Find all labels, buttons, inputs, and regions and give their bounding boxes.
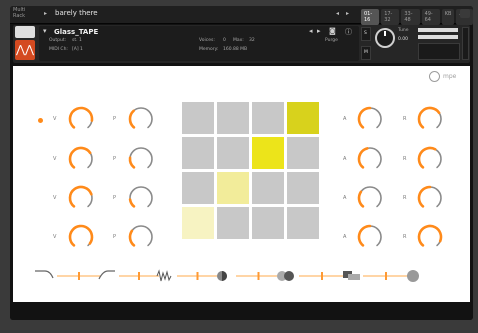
rack-bar: Multi Rack ▸ barely there ◂ ▸ 01-16 17-3… <box>10 6 473 25</box>
rack-label: Rack <box>13 13 26 19</box>
voices-label: Voices: <box>199 38 215 43</box>
tab-kb[interactable]: KB <box>441 9 455 25</box>
library-logo[interactable]: ⋀⋀ <box>15 40 35 60</box>
fx-send-handle-3[interactable] <box>196 272 199 280</box>
next-arrow-icon[interactable]: ▸ <box>346 10 349 17</box>
fx-send-handle-1[interactable] <box>78 272 80 280</box>
tune-value[interactable]: 0.00 <box>398 37 408 42</box>
tab-33-48[interactable]: 33-48 <box>401 9 420 25</box>
fx-chain-svg <box>35 269 419 282</box>
chorus-icon[interactable] <box>277 271 294 281</box>
fx-send-handle-5[interactable] <box>321 272 323 280</box>
memory-value: 160.88 MB <box>223 47 248 52</box>
kontakt-window: Multi Rack ▸ barely there ◂ ▸ 01-16 17-3… <box>10 6 473 320</box>
instrument-info-panel: ▾ Glass_TAPE Output: st. 1 MIDI Ch: [A] … <box>39 26 359 61</box>
prev-arrow-icon[interactable]: ◂ <box>336 10 339 17</box>
info-icon[interactable]: ⓘ <box>345 27 352 37</box>
waveform-icon[interactable] <box>156 269 172 282</box>
fx-send-handle-4[interactable] <box>257 272 260 280</box>
max-voices-value[interactable]: 32 <box>249 38 255 43</box>
memory-label: Memory: <box>199 47 219 52</box>
next-instrument-icon[interactable]: ▸ <box>317 27 321 35</box>
instrument-header: ⋀⋀ ▾ Glass_TAPE Output: st. 1 MIDI Ch: [… <box>13 25 470 63</box>
max-voices-label: Max: <box>233 38 244 43</box>
delay-icon[interactable] <box>343 271 360 280</box>
instrument-main-panel: mpe VPVPVPVPARARARAR <box>13 66 470 302</box>
fx-send-handle-6[interactable] <box>385 272 387 280</box>
midi-channel-value[interactable]: [A] 1 <box>72 47 83 52</box>
output-value[interactable]: st. 1 <box>72 38 82 43</box>
instrument-icon[interactable] <box>15 26 35 38</box>
highpass-icon[interactable] <box>98 270 115 280</box>
rack-tabs: 01-16 17-32 33-48 49-64 KB AUX <box>361 9 473 25</box>
tune-label: Tune <box>398 28 409 33</box>
volume-meter <box>418 28 458 32</box>
tab-17-32[interactable]: 17-32 <box>381 9 400 25</box>
rack-instrument-name[interactable]: barely there <box>55 9 98 17</box>
solo-label: S <box>364 31 367 36</box>
tab-49-64[interactable]: 49-64 <box>421 9 440 25</box>
phaser-icon[interactable] <box>217 271 227 281</box>
pan-slider[interactable] <box>418 43 460 60</box>
voices-value: 0 <box>223 38 226 43</box>
output-label: Output: <box>49 38 67 43</box>
arrow-right-icon[interactable]: ▸ <box>44 10 47 17</box>
reverb-icon[interactable] <box>407 270 419 282</box>
solo-button[interactable]: S <box>361 27 371 41</box>
prev-instrument-icon[interactable]: ◂ <box>309 27 313 35</box>
tune-knob[interactable] <box>375 28 395 48</box>
lowpass-icon[interactable] <box>35 270 54 279</box>
volume-fader[interactable] <box>418 35 458 39</box>
header-scroll[interactable] <box>462 27 469 60</box>
mute-label: M <box>364 50 368 55</box>
instrument-title[interactable]: Glass_TAPE <box>54 28 98 36</box>
fx-send-handle-2[interactable] <box>138 272 140 280</box>
camera-icon[interactable]: ◙ <box>329 27 336 35</box>
expand-icon[interactable] <box>460 9 470 18</box>
midi-channel-label: MIDI Ch: <box>49 47 68 52</box>
tab-01-16[interactable]: 01-16 <box>361 9 380 25</box>
purge-button[interactable]: Purge <box>325 38 338 43</box>
collapse-arrow-icon[interactable]: ▾ <box>43 27 47 35</box>
multi-rack-label: Multi Rack <box>13 7 35 19</box>
mute-button[interactable]: M <box>361 46 371 60</box>
bottom-bar <box>10 302 473 320</box>
